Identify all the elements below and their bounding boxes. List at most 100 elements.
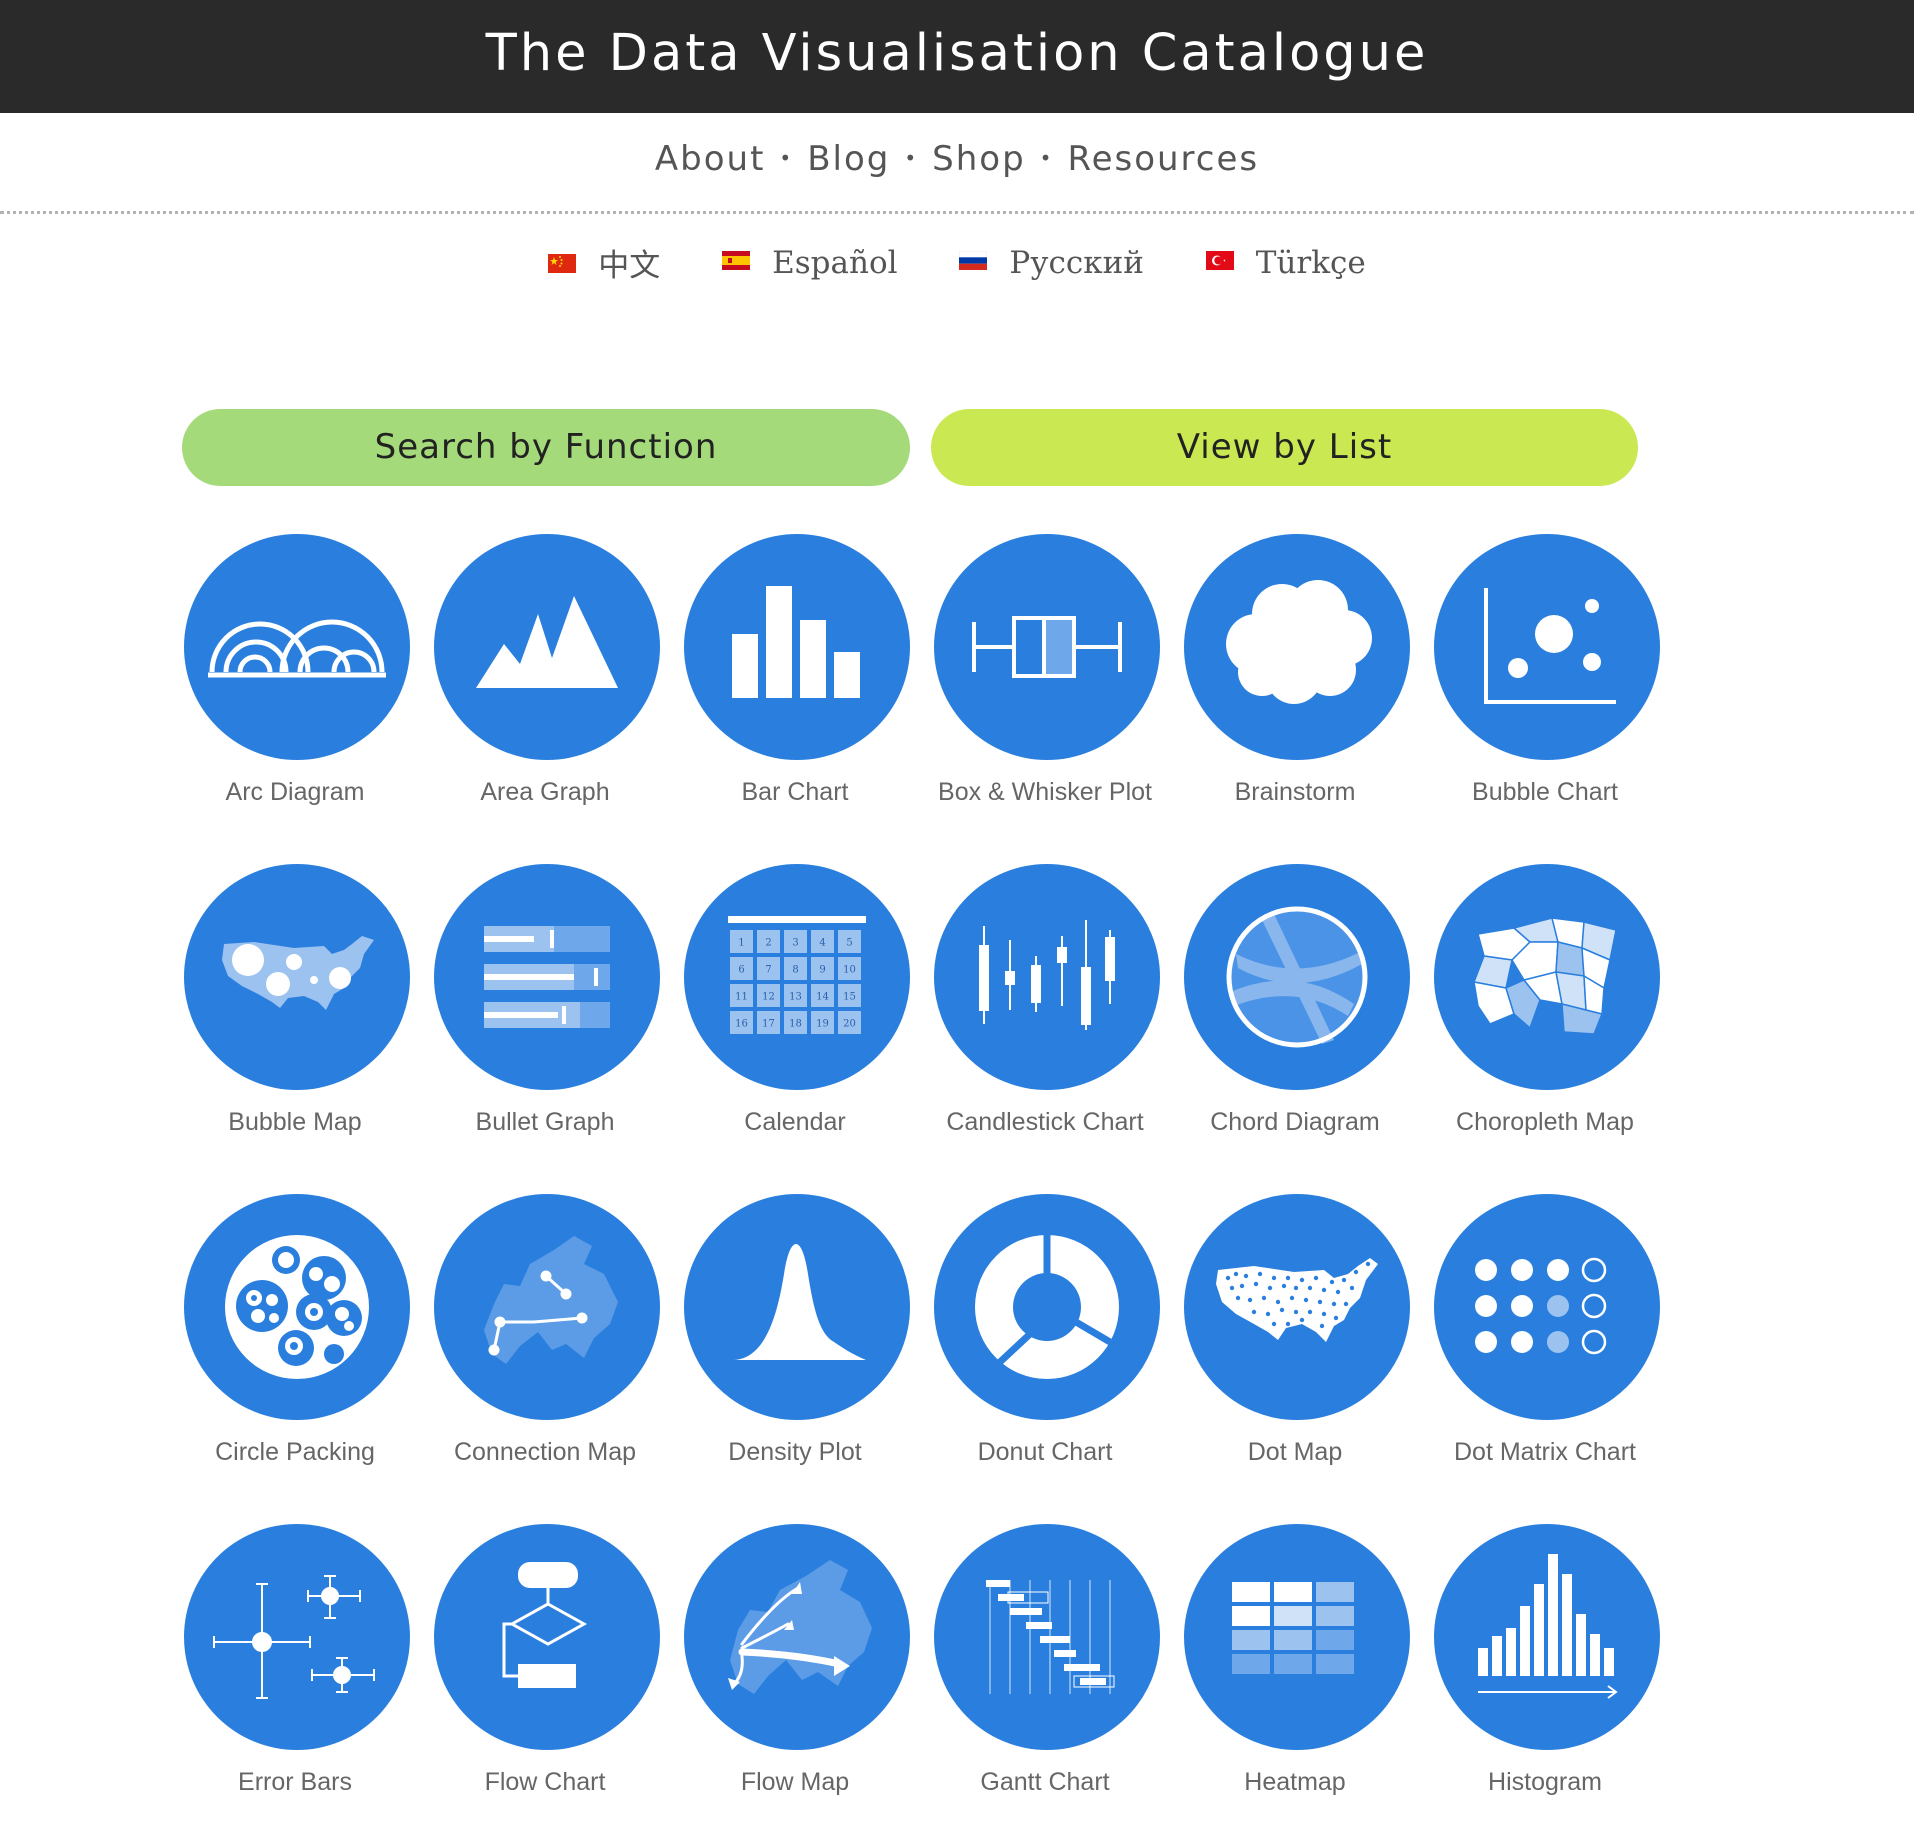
- heatmap-icon: [1184, 1524, 1410, 1750]
- dot-map-dot: [1243, 1273, 1249, 1279]
- calendar-day-number: 14: [816, 992, 829, 1003]
- catalogue-item-gantt-chart[interactable]: Gantt Chart: [920, 1524, 1170, 1824]
- dot-map-dot: [1299, 1277, 1305, 1283]
- catalogue-item-candlestick-chart[interactable]: Candlestick Chart: [920, 864, 1170, 1164]
- calendar-day-number: 4: [819, 938, 825, 949]
- calendar-day-number: 2: [765, 938, 771, 949]
- catalogue-item-label: Box & Whisker Plot: [938, 778, 1152, 806]
- catalogue-item-label: Candlestick Chart: [946, 1108, 1144, 1136]
- dot-map-dot: [1321, 1311, 1327, 1317]
- nav-resources[interactable]: Resources: [1067, 139, 1259, 179]
- main-nav: About • Blog • Shop • Resources: [0, 113, 1914, 211]
- dot-map-dot: [1261, 1295, 1267, 1301]
- catalogue-item-label: Flow Map: [740, 1768, 850, 1796]
- language-label: Türkçe: [1255, 244, 1366, 281]
- density-plot-icon: [684, 1194, 910, 1420]
- catalogue-item-label: Dot Map: [1247, 1438, 1343, 1466]
- dot-map-dot: [1335, 1289, 1341, 1295]
- dot-map-dot: [1235, 1295, 1241, 1301]
- nav-shop[interactable]: Shop: [932, 139, 1026, 179]
- turkey-flag-icon: [1205, 250, 1234, 270]
- search-by-function-button[interactable]: Search by Function: [182, 409, 910, 486]
- choropleth-map-icon: [1434, 864, 1660, 1090]
- catalogue-item-density-plot[interactable]: Density Plot: [670, 1194, 920, 1494]
- catalogue-item-bubble-chart[interactable]: Bubble Chart: [1420, 534, 1670, 834]
- catalogue-item-calendar[interactable]: 1 2 3 4 5 6 7 8 9 10 11 12 13 14 15 16 17 18 19 20 Calendar: [670, 864, 920, 1164]
- catalogue-item-histogram[interactable]: Histogram: [1420, 1524, 1670, 1824]
- nav-blog[interactable]: Blog: [807, 139, 890, 179]
- dot-map-dot: [1233, 1271, 1239, 1277]
- dot-map-dot: [1341, 1277, 1347, 1283]
- language-chinese[interactable]: 中文: [548, 240, 660, 285]
- dot-matrix-icon: [1434, 1194, 1660, 1420]
- language-spanish[interactable]: Español: [722, 245, 898, 281]
- dot-map-dot: [1313, 1275, 1319, 1281]
- nav-separator: •: [1039, 145, 1054, 170]
- dot-map-dot: [1271, 1321, 1277, 1327]
- site-header: The Data Visualisation Catalogue: [0, 0, 1914, 113]
- calendar-day-number: 10: [843, 965, 856, 976]
- catalogue-item-flow-map[interactable]: Flow Map: [670, 1524, 920, 1824]
- catalogue-item-heatmap[interactable]: Heatmap: [1170, 1524, 1420, 1824]
- catalogue-item-box-whisker-plot[interactable]: Box & Whisker Plot: [920, 534, 1170, 834]
- catalogue-item-connection-map[interactable]: Connection Map: [420, 1194, 670, 1494]
- site-title[interactable]: The Data Visualisation Catalogue: [486, 24, 1429, 83]
- dot-map-dot: [1299, 1317, 1305, 1323]
- catalogue-item-flow-chart[interactable]: Flow Chart: [420, 1524, 670, 1824]
- dot-map-dot: [1307, 1285, 1313, 1291]
- calendar-day-number: 3: [792, 938, 798, 949]
- dot-map-dot: [1343, 1301, 1349, 1307]
- catalogue-item-donut-chart[interactable]: Donut Chart: [920, 1194, 1170, 1494]
- catalogue-item-area-graph[interactable]: Area Graph: [420, 534, 670, 834]
- dot-map-dot: [1225, 1275, 1231, 1281]
- dot-map-dot: [1285, 1321, 1291, 1327]
- catalogue-item-label: Area Graph: [480, 778, 610, 806]
- catalogue-item-label: Connection Map: [453, 1438, 637, 1466]
- catalogue-item-label: Circle Packing: [215, 1438, 375, 1466]
- catalogue-item-error-bars[interactable]: Error Bars: [170, 1524, 420, 1824]
- catalogue-item-bullet-graph[interactable]: Bullet Graph: [420, 864, 670, 1164]
- dot-map-dot: [1265, 1311, 1271, 1317]
- language-turkish[interactable]: Türkçe: [1205, 244, 1366, 281]
- catalogue-item-chord-diagram[interactable]: Chord Diagram: [1170, 864, 1420, 1164]
- catalogue-item-label: Choropleth Map: [1456, 1108, 1634, 1136]
- catalogue-item-dot-matrix-chart[interactable]: Dot Matrix Chart: [1420, 1194, 1670, 1494]
- calendar-day-number: 8: [792, 965, 798, 976]
- view-by-list-button[interactable]: View by List: [931, 409, 1638, 486]
- dot-map-dot: [1251, 1309, 1257, 1315]
- bar-chart-icon: [684, 534, 910, 760]
- calendar-day-number: 13: [789, 992, 802, 1003]
- catalogue-item-bar-chart[interactable]: Bar Chart: [670, 534, 920, 834]
- dot-map-dot: [1239, 1283, 1245, 1289]
- circle-packing-icon: [184, 1194, 410, 1420]
- catalogue-item-label: Donut Chart: [977, 1438, 1113, 1466]
- catalogue-item-brainstorm[interactable]: Brainstorm: [1170, 534, 1420, 834]
- calendar-day-number: 6: [738, 965, 744, 976]
- catalogue-item-label: Gantt Chart: [980, 1768, 1110, 1796]
- dot-map-dot: [1285, 1275, 1291, 1281]
- catalogue-item-choropleth-map[interactable]: Choropleth Map: [1420, 864, 1670, 1164]
- language-russian[interactable]: Русский: [959, 245, 1144, 281]
- nav-about[interactable]: About: [655, 139, 766, 179]
- catalogue-item-circle-packing[interactable]: Circle Packing: [170, 1194, 420, 1494]
- connection-map-icon: [434, 1194, 660, 1420]
- catalogue-item-dot-map[interactable]: Dot Map: [1170, 1194, 1420, 1494]
- dot-map-dot: [1271, 1275, 1277, 1281]
- dot-map-dot: [1293, 1285, 1299, 1291]
- catalogue-item-label: Dot Matrix Chart: [1454, 1438, 1636, 1466]
- catalogue-item-bubble-map[interactable]: Bubble Map: [170, 864, 420, 1164]
- bubble-chart-icon: [1434, 534, 1660, 760]
- language-bar: 中文 Español Русский Türkçe: [0, 240, 1914, 300]
- brainstorm-icon: [1184, 534, 1410, 760]
- dot-map-dot: [1329, 1279, 1335, 1285]
- dot-map-dot: [1321, 1287, 1327, 1293]
- donut-chart-icon: [934, 1194, 1160, 1420]
- catalogue-item-label: Bullet Graph: [475, 1108, 615, 1136]
- catalogue-item-arc-diagram[interactable]: Arc Diagram: [170, 534, 420, 834]
- catalogue-item-label: Density Plot: [728, 1438, 862, 1466]
- calendar-day-number: 11: [735, 992, 748, 1003]
- calendar-day-number: 1: [738, 938, 744, 949]
- russia-flag-icon: [959, 250, 988, 270]
- calendar-day-number: 12: [762, 992, 775, 1003]
- bullet-graph-icon: [434, 864, 660, 1090]
